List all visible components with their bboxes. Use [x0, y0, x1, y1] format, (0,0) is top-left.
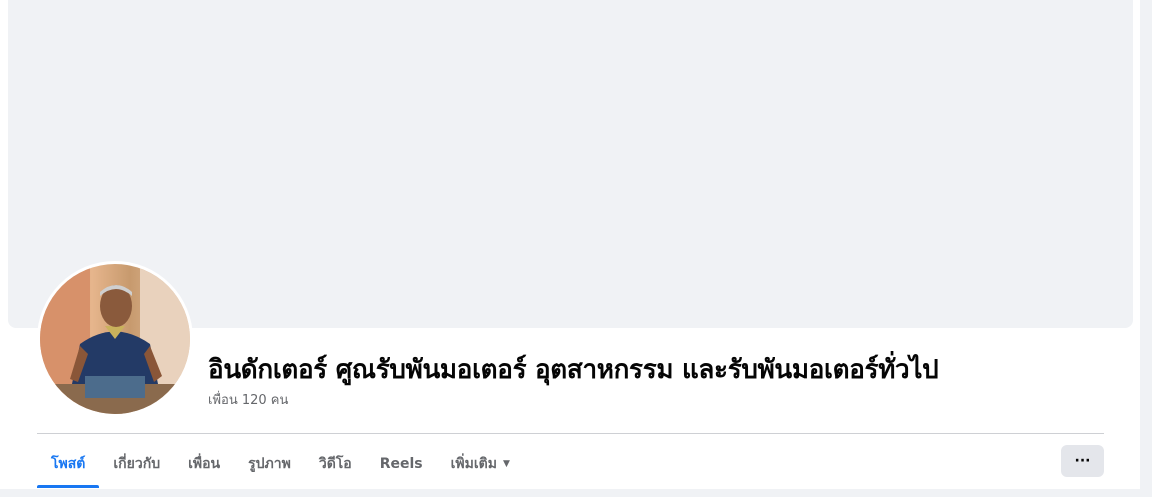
tab-videos[interactable]: วิดีโอ	[305, 440, 366, 488]
profile-picture[interactable]	[37, 261, 193, 417]
feed-background	[0, 489, 1152, 497]
tab-label: เพื่อน	[188, 456, 221, 472]
tab-label: โพสต์	[51, 456, 86, 472]
more-options-button[interactable]: ···	[1061, 445, 1104, 477]
profile-name: อินดักเตอร์ ศูณรับพันมอเตอร์ อุตสาหกรรม …	[208, 355, 939, 385]
avatar-photo	[40, 264, 190, 414]
tab-posts[interactable]: โพสต์	[37, 440, 100, 488]
friends-count[interactable]: เพื่อน 120 คน	[208, 389, 288, 410]
tab-label: วิดีโอ	[318, 456, 352, 472]
more-horizontal-icon: ···	[1074, 453, 1091, 469]
tab-about[interactable]: เกี่ยวกับ	[99, 440, 174, 488]
tab-reels[interactable]: Reels	[366, 440, 437, 488]
tab-friends[interactable]: เพื่อน	[174, 440, 234, 488]
profile-tabs: โพสต์ เกี่ยวกับ เพื่อน รูปภาพ วิดีโอ Ree…	[37, 440, 524, 488]
tab-more[interactable]: เพิ่มเติม ▼	[437, 440, 524, 488]
page-background	[1140, 0, 1152, 497]
tab-label: Reels	[379, 456, 423, 472]
tab-label: รูปภาพ	[248, 456, 291, 472]
divider	[37, 433, 1104, 434]
tab-label: เพิ่มเติม	[450, 456, 497, 472]
avatar	[40, 264, 190, 414]
tab-label: เกี่ยวกับ	[113, 456, 161, 472]
caret-down-icon: ▼	[502, 459, 510, 469]
tab-photos[interactable]: รูปภาพ	[234, 440, 305, 488]
